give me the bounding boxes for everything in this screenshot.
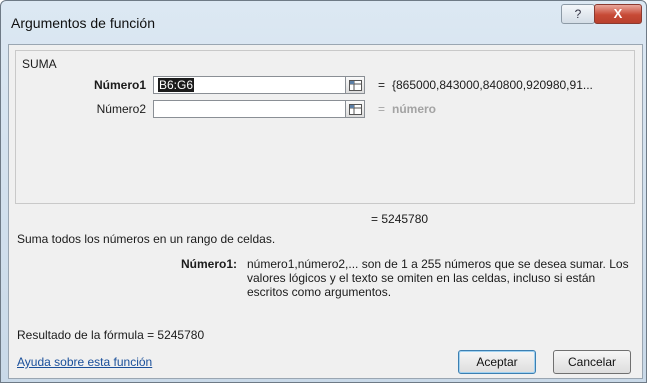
function-group: SUMA Número1 B6:G6 = {865000,843000,8408… bbox=[15, 50, 635, 204]
arg1-label: Número1 bbox=[93, 78, 146, 92]
arg-help-text: número1,número2,... son de 1 a 255 númer… bbox=[247, 257, 629, 299]
dialog-body: SUMA Número1 B6:G6 = {865000,843000,8408… bbox=[8, 44, 643, 379]
function-description: Suma todos los números en un rango de ce… bbox=[17, 232, 276, 246]
function-name: SUMA bbox=[22, 57, 57, 71]
cancel-button[interactable]: Cancelar bbox=[553, 350, 631, 374]
arg2-equals: = bbox=[378, 102, 386, 116]
dialog-title: Argumentos de función bbox=[11, 15, 155, 31]
arg1-collapse-button[interactable] bbox=[345, 76, 365, 94]
formula-result: Resultado de la fórmula = 5245780 bbox=[17, 328, 205, 342]
arg2-label: Número2 bbox=[96, 102, 146, 116]
arg1-input[interactable]: B6:G6 bbox=[153, 76, 363, 94]
arg1-equals: = bbox=[378, 78, 386, 92]
arg2-input[interactable] bbox=[153, 100, 363, 118]
function-arguments-dialog: Argumentos de función ? X SUMA Número1 B… bbox=[0, 0, 647, 383]
function-result: = 5245780 bbox=[371, 212, 429, 226]
arg1-value: B6:G6 bbox=[158, 78, 195, 92]
arg2-collapse-button[interactable] bbox=[345, 100, 365, 118]
arg2-result: número bbox=[392, 102, 437, 116]
close-button[interactable]: X bbox=[594, 4, 642, 24]
arg1-result: {865000,843000,840800,920980,91... bbox=[392, 78, 593, 92]
ok-button[interactable]: Aceptar bbox=[458, 350, 536, 374]
title-bar[interactable]: Argumentos de función ? X bbox=[1, 1, 646, 43]
help-button[interactable]: ? bbox=[561, 4, 595, 24]
arg-help-label: Número1: bbox=[181, 257, 238, 271]
help-link[interactable]: Ayuda sobre esta función bbox=[17, 355, 152, 369]
